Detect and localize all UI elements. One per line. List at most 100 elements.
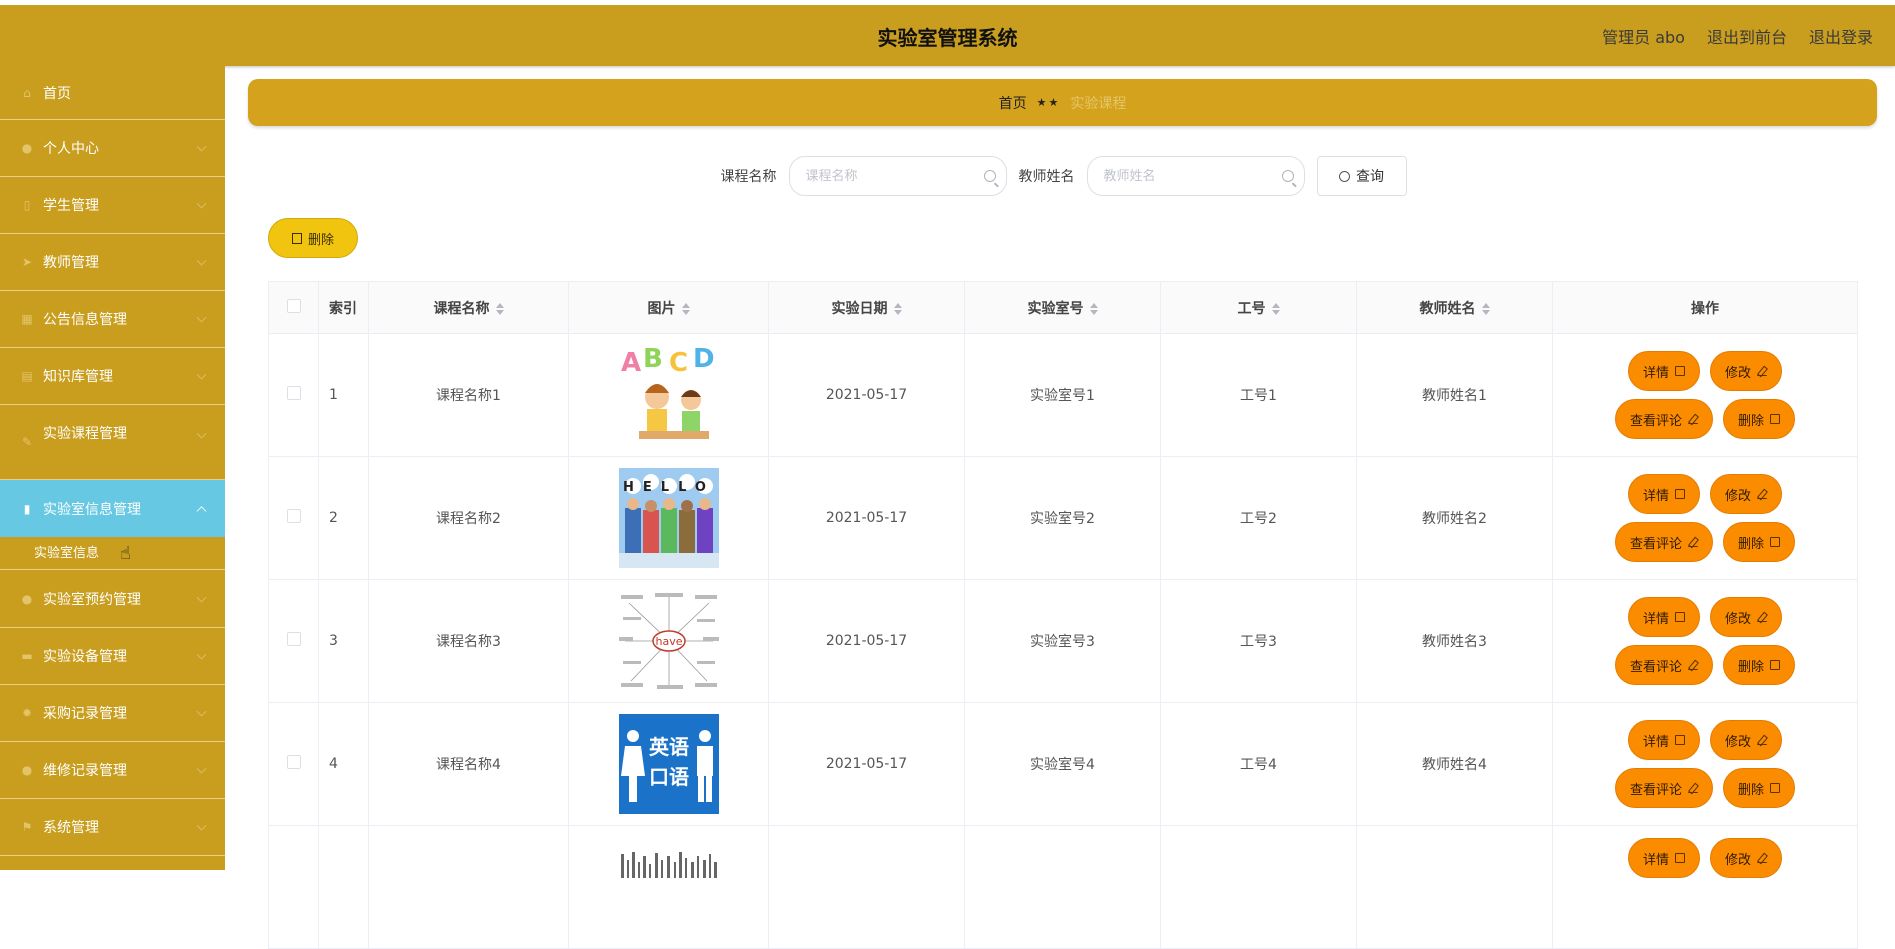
view-comments-button[interactable]: 查看评论 [1614, 645, 1713, 685]
delete-button[interactable]: 删除 [1723, 768, 1796, 808]
row-checkbox[interactable] [286, 755, 301, 769]
sidebar-item-knowledge[interactable]: ▤ 知识库管理 [0, 348, 225, 405]
col-work-no[interactable]: 工号 [1160, 281, 1357, 334]
query-button[interactable]: 查询 [1316, 156, 1407, 196]
pencil-icon [1757, 489, 1768, 499]
ops-row: 详情 修改 [1627, 720, 1783, 760]
col-room[interactable]: 实验室号 [964, 281, 1161, 334]
table-row: 3 课程名称3 have 2021-05-17 实验室号3 工号3 教师姓名3 … [268, 579, 1858, 703]
course-image-have[interactable]: have [618, 591, 719, 691]
select-all-checkbox[interactable] [286, 298, 301, 313]
send-icon: ➤ [21, 255, 33, 269]
sidebar-item-students[interactable]: ▯ 学生管理 [0, 177, 225, 234]
sidebar-item-courses[interactable]: ✎ 实验课程管理 [0, 405, 225, 480]
document-icon [1675, 853, 1685, 863]
sort-icon[interactable] [1481, 302, 1490, 315]
sidebar-item-notices[interactable]: ▦ 公告信息管理 [0, 291, 225, 348]
col-date[interactable]: 实验日期 [768, 281, 965, 334]
have-text: have [655, 635, 682, 648]
sidebar-item-equipment[interactable]: ▬ 实验设备管理 [0, 628, 225, 685]
table-row: 详情 修改 [268, 825, 1858, 949]
detail-button[interactable]: 详情 [1627, 838, 1700, 878]
col-image[interactable]: 图片 [568, 281, 769, 334]
course-name-input[interactable] [789, 157, 1006, 195]
col-label: 实验日期 [831, 300, 888, 317]
pencil-icon [1688, 783, 1698, 793]
col-teacher[interactable]: 教师姓名 [1356, 281, 1553, 334]
document-icon [1675, 489, 1685, 499]
edit-button[interactable]: 修改 [1710, 838, 1783, 878]
teacher-name-input[interactable] [1087, 157, 1304, 195]
sidebar-item-reservations[interactable]: ● 实验室预约管理 [0, 570, 225, 628]
sidebar-item-home[interactable]: ⌂ 首页 [0, 66, 225, 120]
row-checkbox[interactable] [286, 386, 301, 400]
oral-text: 口语 [649, 765, 689, 789]
detail-button[interactable]: 详情 [1627, 597, 1700, 637]
sort-icon[interactable] [681, 302, 690, 315]
view-comments-button[interactable]: 查看评论 [1614, 522, 1713, 562]
row-course: 课程名称2 [368, 456, 569, 580]
batch-delete-button[interactable]: 删除 [268, 218, 358, 258]
logout-link[interactable]: 退出登录 [1809, 5, 1873, 71]
back-to-front-link[interactable]: 退出到前台 [1707, 5, 1787, 71]
row-image-cell: HELLO [568, 456, 769, 580]
breadcrumb: 首页 ★★ 实验课程 [248, 79, 1877, 126]
view-comments-button[interactable]: 查看评论 [1614, 768, 1713, 808]
detail-button[interactable]: 详情 [1627, 351, 1700, 391]
sidebar-item-personal-center[interactable]: ● 个人中心 [0, 120, 225, 177]
sort-icon[interactable] [495, 302, 504, 315]
detail-button[interactable]: 详情 [1627, 474, 1700, 514]
trash-icon [1770, 660, 1781, 670]
course-image-hello[interactable]: HELLO [618, 468, 719, 568]
sidebar-item-system[interactable]: ⚑ 系统管理 [0, 799, 225, 856]
course-image-english[interactable]: 英语 口语 [618, 714, 719, 814]
search-icon [1339, 170, 1350, 182]
col-ops: 操作 [1552, 281, 1858, 334]
row-checkbox[interactable] [286, 632, 301, 646]
edit-button[interactable]: 修改 [1710, 597, 1783, 637]
detail-label: 详情 [1642, 852, 1669, 868]
top-header: 实验室管理系统 管理员 abo 退出到前台 退出登录 [0, 0, 1895, 66]
row-image-cell: have [568, 579, 769, 703]
detail-label: 详情 [1642, 365, 1669, 381]
sidebar-item-label: 首页 [43, 85, 71, 102]
row-image-cell: 英语 口语 [568, 702, 769, 826]
document-icon [1675, 366, 1685, 376]
submenu-lab-info[interactable]: 实验室信息 ☝ [0, 537, 225, 570]
pencil-icon [1688, 414, 1698, 424]
admin-username[interactable]: 管理员 abo [1602, 5, 1685, 71]
row-select-cell [268, 702, 319, 826]
row-work-no: 工号3 [1160, 579, 1357, 703]
row-work-no [1160, 825, 1357, 949]
row-checkbox[interactable] [286, 509, 301, 523]
person-icon: ● [21, 591, 33, 606]
breadcrumb-current: 实验课程 [1070, 95, 1127, 112]
chevron-down-icon [196, 592, 207, 603]
col-course-name[interactable]: 课程名称 [368, 281, 569, 334]
sidebar-item-teachers[interactable]: ➤ 教师管理 [0, 234, 225, 291]
svg-text:B: B [643, 345, 663, 374]
bar-chart-icon: ▮ [23, 501, 31, 516]
sidebar-item-purchases[interactable]: ✹ 采购记录管理 [0, 685, 225, 742]
chevron-down-icon [196, 198, 207, 209]
delete-button[interactable]: 删除 [1723, 645, 1796, 685]
row-select-cell [268, 456, 319, 580]
view-comments-button[interactable]: 查看评论 [1614, 399, 1713, 439]
sort-icon[interactable] [1271, 302, 1280, 315]
sort-icon[interactable] [1089, 302, 1098, 315]
breadcrumb-home[interactable]: 首页 [999, 93, 1027, 113]
detail-button[interactable]: 详情 [1627, 720, 1700, 760]
sort-icon[interactable] [893, 302, 902, 315]
hand-cursor-icon: ☝ [120, 543, 131, 564]
course-image-partial[interactable] [618, 838, 719, 878]
edit-button[interactable]: 修改 [1710, 720, 1783, 760]
ops-group: 详情 修改 查看评论 删除 [1553, 720, 1857, 808]
delete-button[interactable]: 删除 [1723, 399, 1796, 439]
course-image-abcd[interactable]: A B C D [618, 345, 719, 445]
sidebar-item-repairs[interactable]: ● 维修记录管理 [0, 742, 225, 799]
hello-text: HELLO [623, 480, 715, 495]
sidebar-item-lab-info[interactable]: ▮ 实验室信息管理 [0, 480, 225, 537]
edit-button[interactable]: 修改 [1710, 474, 1783, 514]
edit-button[interactable]: 修改 [1710, 351, 1783, 391]
delete-button[interactable]: 删除 [1723, 522, 1796, 562]
